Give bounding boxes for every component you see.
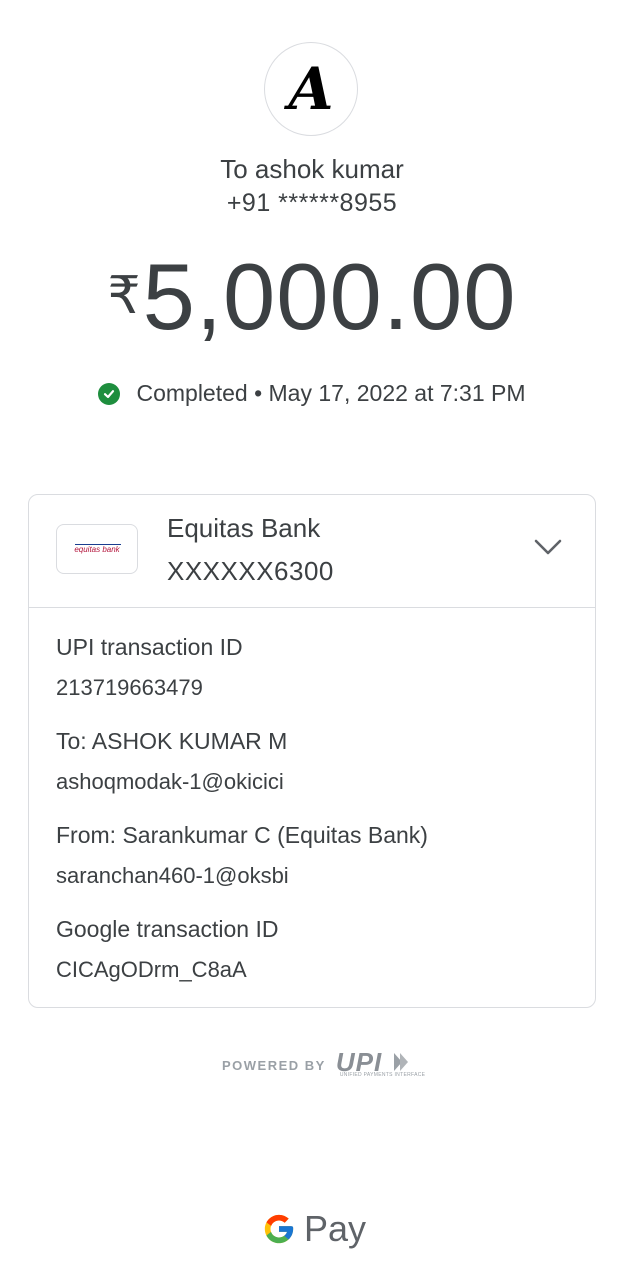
amount-value: 5,000.00 <box>142 244 517 349</box>
upi-arrow-icon <box>393 1053 408 1071</box>
google-transaction-id-label: Google transaction ID <box>56 916 279 942</box>
bank-logo: equitas bank <box>56 524 138 574</box>
from-label: From: Sarankumar C (Equitas Bank) <box>56 822 428 848</box>
currency-symbol: ₹ <box>107 267 141 325</box>
google-pay-logo: Pay <box>262 1208 366 1250</box>
from-upi-id: saranchan460-1@oksbi <box>56 863 289 888</box>
gpay-text: Pay <box>304 1208 367 1249</box>
powered-by-upi: POWERED BY UPI UNIFIED PAYMENTS INTERFAC… <box>222 1049 425 1080</box>
bank-logo-underline <box>75 544 121 545</box>
recipient-name: To ashok kumar <box>220 154 404 184</box>
bank-logo-text: equitas bank <box>74 544 120 554</box>
recipient-phone: +91 ******8955 <box>226 189 398 217</box>
transaction-card: equitas bank Equitas Bank XXXXXX6300 UPI… <box>28 494 596 1008</box>
upi-subtitle: UNIFIED PAYMENTS INTERFACE <box>339 1072 426 1078</box>
chevron-down-icon[interactable] <box>533 537 563 557</box>
upi-logo: UPI UNIFIED PAYMENTS INTERFACE <box>336 1049 425 1080</box>
upi-transaction-id-value: 213719663479 <box>56 675 203 700</box>
powered-by-text: POWERED BY <box>222 1057 326 1073</box>
google-g-icon <box>264 1214 294 1244</box>
bank-account-number: XXXXXX6300 <box>167 556 334 586</box>
status-text: Completed • May 17, 2022 at 7:31 PM <box>136 380 526 406</box>
to-upi-id: ashoqmodak-1@okicici <box>56 769 284 794</box>
status-row: Completed • May 17, 2022 at 7:31 PM <box>0 380 624 407</box>
avatar: A <box>264 42 358 136</box>
bank-account-header[interactable]: equitas bank Equitas Bank XXXXXX6300 <box>29 495 595 608</box>
check-circle-icon <box>98 382 121 405</box>
bank-name: Equitas Bank <box>167 513 321 543</box>
payment-amount: ₹5,000.00 <box>0 242 624 352</box>
upi-transaction-id-label: UPI transaction ID <box>56 634 243 660</box>
google-transaction-id-value: CICAgODrm_C8aA <box>56 957 247 982</box>
avatar-letter: A <box>288 55 334 123</box>
to-label: To: ASHOK KUMAR M <box>56 728 288 754</box>
